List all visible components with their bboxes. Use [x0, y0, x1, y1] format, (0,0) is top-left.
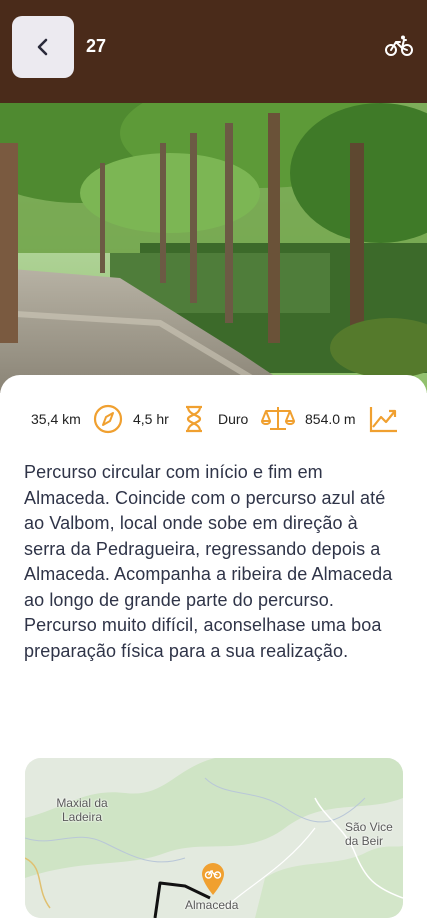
duration-value: 4,5 hr — [133, 411, 169, 427]
bicycle-icon[interactable] — [385, 34, 413, 58]
distance-value: 35,4 km — [31, 411, 81, 427]
trending-up-icon — [369, 407, 397, 433]
route-stats: 35,4 km 4,5 hr Duro 854.0 m — [0, 401, 427, 437]
bicycle-pin-icon[interactable] — [200, 862, 226, 896]
route-photo — [0, 103, 427, 393]
scale-icon — [261, 407, 295, 430]
chevron-left-icon — [37, 38, 48, 56]
route-photo-image — [0, 103, 427, 393]
route-number: 27 — [86, 36, 107, 56]
difficulty-value: Duro — [218, 411, 249, 427]
route-description: Percurso circular com início e fim em Al… — [24, 462, 393, 661]
map-label-almaceda: Almaceda — [185, 898, 239, 912]
elevation-value: 854.0 m — [305, 411, 356, 427]
map-label-maxial: Maxial da Ladeira — [56, 796, 108, 824]
back-button[interactable] — [12, 16, 74, 78]
map-label-sao-vicente: São Vice da Beir — [345, 820, 393, 848]
route-map[interactable]: Maxial da Ladeira São Vice da Beir Almac… — [25, 758, 403, 918]
hourglass-icon — [186, 405, 202, 433]
route-details-card: 35,4 km 4,5 hr Duro 854.0 m Percurso cir… — [0, 375, 427, 918]
app-header: 27 — [0, 0, 427, 103]
compass-icon — [93, 404, 123, 434]
